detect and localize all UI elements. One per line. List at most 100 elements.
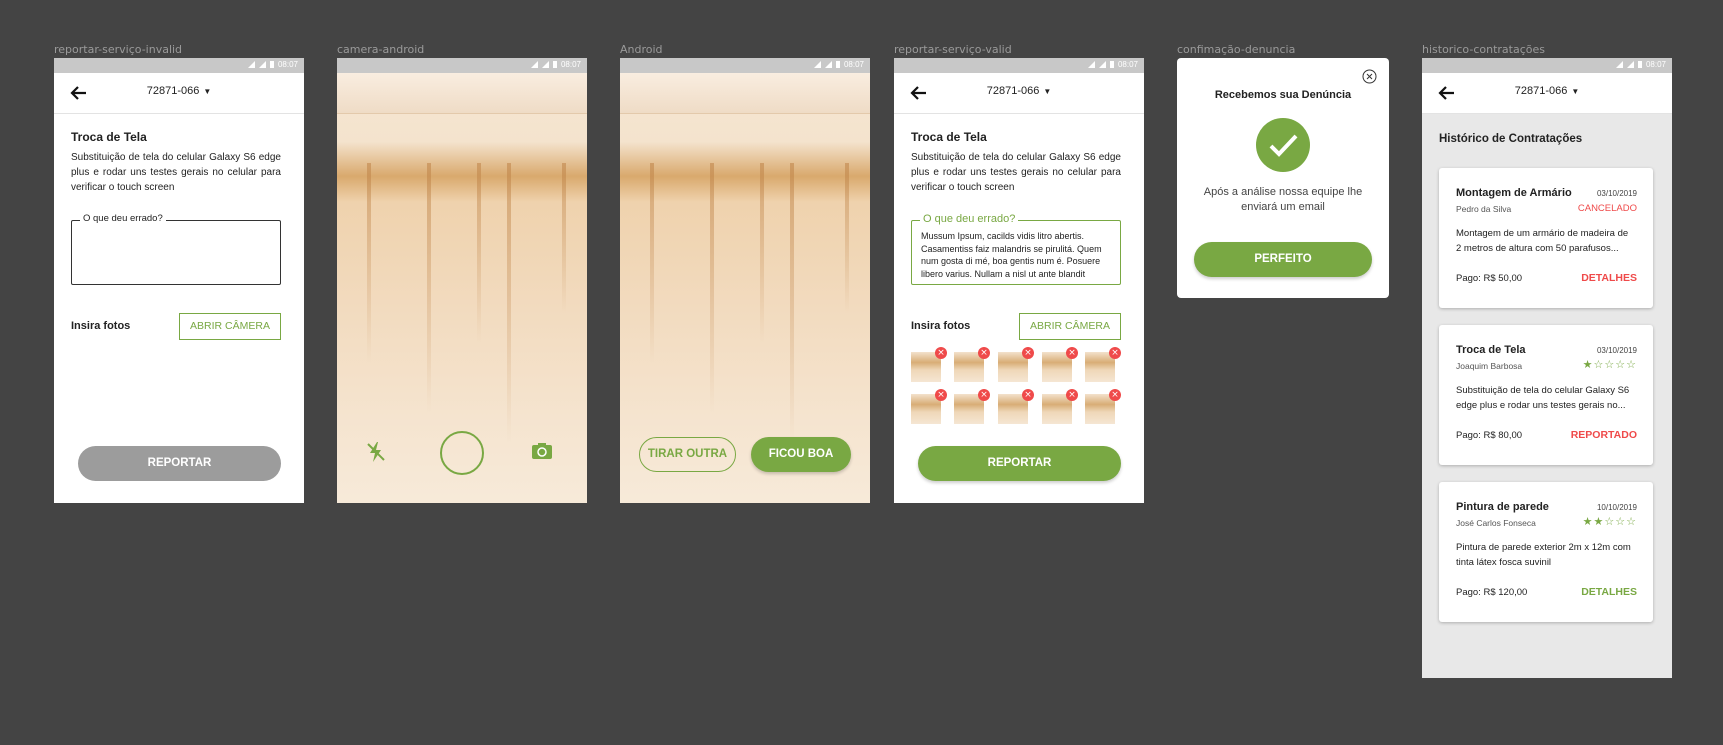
issue-field-value: Mussum Ipsum, cacilds vidis litro aberti… — [921, 231, 1102, 279]
remove-photo-icon[interactable]: × — [1109, 347, 1121, 359]
confirm-title: Recebemos sua Denúncia — [1214, 89, 1352, 101]
card-provider: José Carlos Fonseca — [1456, 518, 1536, 528]
card-description: Pintura de parede exterior 2m x 12m com … — [1456, 542, 1631, 568]
cep-value: 72871-066 — [986, 85, 1040, 97]
remove-photo-icon[interactable]: × — [935, 347, 947, 359]
status-badge: CANCELADO — [1577, 203, 1637, 214]
open-camera-button[interactable]: ABRIR CÂMERA — [179, 313, 281, 340]
cep-selector[interactable]: 72871-066 ▼ — [894, 85, 1144, 97]
status-time: 08:07 — [1117, 60, 1138, 69]
status-bar: 08:07 — [894, 58, 1144, 73]
app-bar: 72871-066 ▼ — [1422, 73, 1672, 114]
screen-camera: 08:07 — [337, 58, 587, 503]
status-bar: 08:07 — [54, 58, 304, 73]
caret-down-icon: ▼ — [203, 87, 212, 96]
remove-photo-icon[interactable]: × — [1022, 347, 1034, 359]
remove-photo-icon[interactable]: × — [978, 347, 990, 359]
remove-photo-icon[interactable]: × — [1066, 389, 1078, 401]
photos-label: Insira fotos — [71, 320, 131, 332]
viewfinder-ledge — [337, 73, 587, 114]
frame-label-confirm: confimação-denuncia — [1177, 43, 1296, 56]
card-date: 03/10/2019 — [1596, 346, 1637, 355]
service-title: Troca de Tela — [71, 130, 147, 144]
status-bar: 08:07 — [337, 58, 587, 73]
photo-thumbnail: × — [1085, 347, 1121, 382]
star-filled-icon: ★ — [1582, 358, 1594, 371]
status-time: 08:07 — [560, 60, 581, 69]
viewfinder-ledge — [620, 73, 870, 114]
confirm-message: Após a análise nossa equipe lhe enviará … — [1203, 186, 1363, 213]
star-filled-icon: ★ — [1582, 515, 1594, 528]
drip — [790, 163, 794, 443]
screen-history: 08:07 72871-066 ▼ Histórico de Contrataçõ… — [1422, 58, 1672, 678]
reported-link[interactable]: REPORTADO — [1571, 429, 1637, 441]
shutter-button[interactable] — [440, 431, 484, 475]
issue-field-label: O que deu errado? — [80, 213, 166, 224]
caret-down-icon: ▼ — [1043, 87, 1052, 96]
camera-switch-icon[interactable] — [531, 442, 553, 460]
frame-label-report-valid: reportar-serviço-valid — [894, 43, 1012, 56]
drip — [477, 163, 481, 343]
status-time: 08:07 — [843, 60, 864, 69]
retake-button[interactable]: TIRAR OUTRA — [639, 437, 736, 472]
card-date: 03/10/2019 — [1596, 189, 1637, 198]
screen-confirmation: Recebemos sua Denúncia Após a análise no… — [1177, 58, 1389, 298]
history-card[interactable]: Troca de Tela 03/10/2019 Joaquim Barbosa… — [1439, 325, 1653, 465]
screen-photo-preview: 08:07 TIRAR OUTRA FICOU BOA — [620, 58, 870, 503]
card-description: Montagem de um armário de madeira de 2 m… — [1456, 228, 1629, 254]
card-paid: Pago: R$ 120,00 — [1456, 587, 1528, 598]
accept-photo-button[interactable]: FICOU BOA — [751, 437, 851, 472]
close-icon[interactable] — [1362, 69, 1377, 84]
star-empty-icon: ☆ — [1593, 358, 1605, 371]
star-empty-icon: ☆ — [1626, 515, 1637, 528]
status-bar: 08:07 — [620, 58, 870, 73]
drip — [507, 163, 511, 443]
frame-label-report-invalid: reportar-serviço-invalid — [54, 43, 183, 56]
remove-photo-icon[interactable]: × — [1066, 347, 1078, 359]
photo-thumbnail: × — [1085, 389, 1121, 424]
status-time: 08:07 — [277, 60, 298, 69]
photo-thumbnail: × — [998, 347, 1034, 382]
photo-thumbnail: × — [1042, 389, 1078, 424]
report-button[interactable]: REPORTAR — [918, 446, 1121, 481]
card-date: 10/10/2019 — [1596, 503, 1637, 512]
details-link[interactable]: DETALHES — [1581, 272, 1637, 284]
issue-field[interactable]: O que deu errado? Mussum Ipsum, cacilds … — [911, 213, 1121, 285]
service-title: Troca de Tela — [911, 130, 987, 144]
details-link[interactable]: DETALHES — [1581, 586, 1637, 598]
star-empty-icon: ☆ — [1626, 358, 1637, 371]
remove-photo-icon[interactable]: × — [1022, 389, 1034, 401]
history-card[interactable]: Montagem de Armário 03/10/2019 Pedro da … — [1439, 168, 1653, 308]
caret-down-icon: ▼ — [1571, 87, 1580, 96]
star-empty-icon: ☆ — [1615, 515, 1627, 528]
photo-thumbnail: × — [911, 347, 947, 382]
card-provider: Pedro da Silva — [1456, 204, 1512, 214]
card-description: Substituição de tela do celular Galaxy S… — [1456, 385, 1630, 411]
drip — [760, 163, 764, 343]
status-bar: 08:07 — [1422, 58, 1672, 73]
screen-report-valid: 08:07 72871-066 ▼ Troca de Tela Substitui… — [894, 58, 1144, 503]
remove-photo-icon[interactable]: × — [978, 389, 990, 401]
star-empty-icon: ☆ — [1604, 515, 1616, 528]
flash-off-icon[interactable] — [367, 441, 385, 463]
service-description: Substituição de tela do celular Galaxy S… — [71, 152, 281, 193]
photo-thumbnail: × — [911, 389, 947, 424]
drip — [845, 163, 849, 313]
perfect-button[interactable]: PERFEITO — [1194, 242, 1372, 277]
remove-photo-icon[interactable]: × — [935, 389, 947, 401]
photo-thumbnail: × — [954, 347, 990, 382]
open-camera-button[interactable]: ABRIR CÂMERA — [1019, 313, 1121, 340]
issue-field[interactable]: O que deu errado? — [71, 213, 281, 285]
history-card[interactable]: Pintura de parede 10/10/2019 José Carlos… — [1439, 482, 1653, 622]
remove-photo-icon[interactable]: × — [1109, 389, 1121, 401]
photo-thumbnail: × — [1042, 347, 1078, 382]
cep-selector[interactable]: 72871-066 ▼ — [1422, 85, 1672, 97]
cep-selector[interactable]: 72871-066 ▼ — [54, 85, 304, 97]
frame-label-camera: camera-android — [337, 43, 425, 56]
photo-thumbnail: × — [998, 389, 1034, 424]
check-icon — [1256, 118, 1310, 172]
report-button-disabled[interactable]: REPORTAR — [78, 446, 281, 481]
star-empty-icon: ☆ — [1615, 358, 1627, 371]
app-bar: 72871-066 ▼ — [894, 73, 1144, 114]
star-filled-icon: ★ — [1593, 515, 1605, 528]
